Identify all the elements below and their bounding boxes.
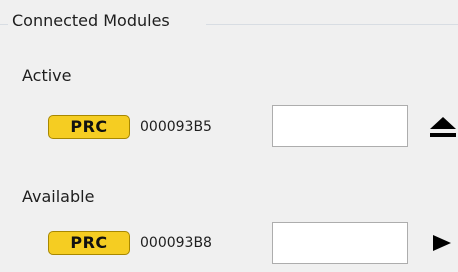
connect-button[interactable] bbox=[428, 228, 458, 258]
available-module-type-badge: PRC bbox=[48, 231, 130, 255]
play-icon bbox=[433, 235, 451, 251]
available-module-serial: 000093B8 bbox=[140, 235, 212, 251]
eject-button[interactable] bbox=[428, 112, 458, 142]
available-module-slot-input[interactable] bbox=[272, 222, 408, 264]
group-border bbox=[206, 24, 458, 25]
group-border bbox=[0, 24, 8, 25]
active-module-slot-input[interactable] bbox=[272, 105, 408, 147]
active-section-label: Active bbox=[22, 66, 72, 85]
connected-modules-panel: Connected Modules Active PRC 000093B5 Av… bbox=[0, 0, 458, 272]
active-module-type-badge: PRC bbox=[48, 115, 130, 139]
active-module-serial: 000093B5 bbox=[140, 119, 212, 135]
group-title: Connected Modules bbox=[12, 11, 170, 30]
available-section-label: Available bbox=[22, 187, 95, 206]
eject-icon bbox=[430, 117, 456, 137]
